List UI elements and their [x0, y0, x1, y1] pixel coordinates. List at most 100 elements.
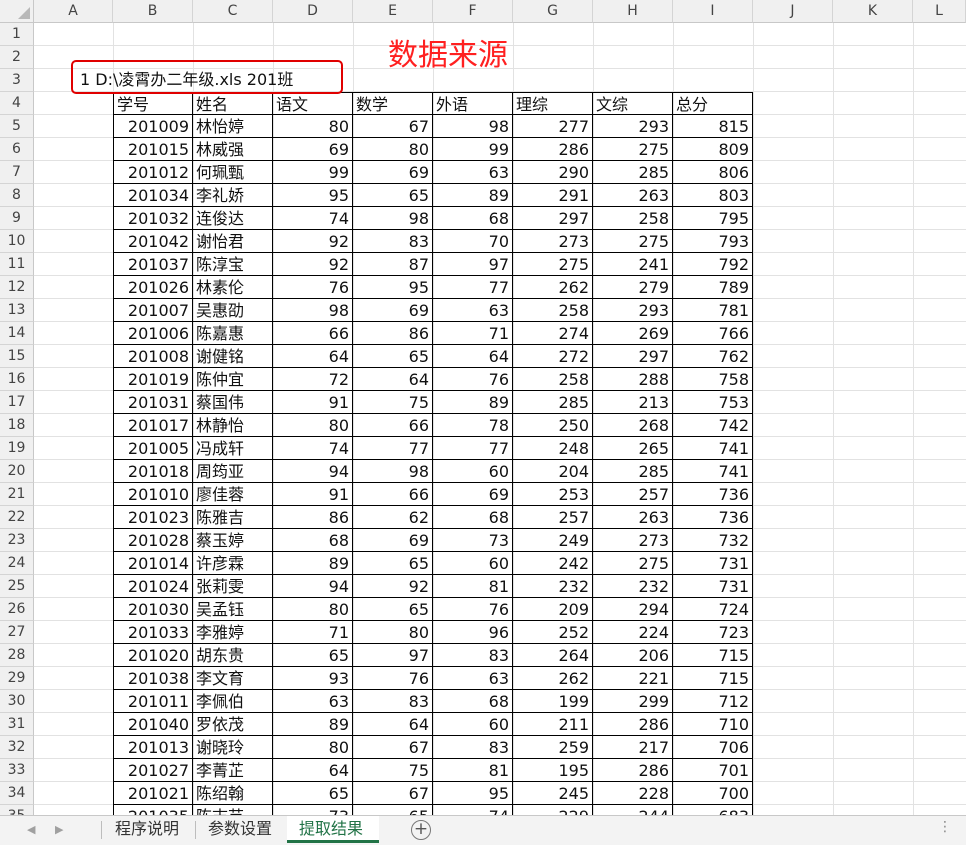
table-cell[interactable]: 201030 — [113, 598, 193, 621]
table-cell[interactable]: 95 — [433, 782, 513, 805]
row-header[interactable]: 28 — [0, 644, 34, 667]
table-cell[interactable]: 275 — [513, 253, 593, 276]
column-header[interactable]: J — [753, 0, 833, 23]
next-sheet-icon[interactable]: ▶ — [55, 823, 63, 836]
column-header[interactable]: G — [513, 0, 593, 23]
table-cell[interactable]: 李佩伯 — [193, 690, 273, 713]
table-cell[interactable]: 201012 — [113, 161, 193, 184]
table-cell[interactable]: 70 — [433, 230, 513, 253]
table-cell[interactable]: 胡东贵 — [193, 644, 273, 667]
table-cell[interactable]: 201021 — [113, 782, 193, 805]
column-header[interactable]: E — [353, 0, 433, 23]
table-cell[interactable]: 李礼娇 — [193, 184, 273, 207]
table-cell[interactable]: 741 — [673, 437, 753, 460]
table-cell[interactable]: 262 — [513, 667, 593, 690]
table-cell[interactable]: 793 — [673, 230, 753, 253]
table-cell[interactable]: 700 — [673, 782, 753, 805]
table-cell[interactable]: 201013 — [113, 736, 193, 759]
table-cell[interactable]: 762 — [673, 345, 753, 368]
table-cell[interactable]: 62 — [353, 506, 433, 529]
table-cell[interactable]: 87 — [353, 253, 433, 276]
table-cell[interactable]: 60 — [433, 713, 513, 736]
table-cell[interactable]: 232 — [513, 575, 593, 598]
row-header[interactable]: 15 — [0, 345, 34, 368]
row-header[interactable]: 4 — [0, 92, 34, 115]
table-cell[interactable]: 288 — [593, 368, 673, 391]
table-cell[interactable]: 83 — [433, 736, 513, 759]
table-cell[interactable]: 86 — [273, 506, 353, 529]
row-header[interactable]: 34 — [0, 782, 34, 805]
table-cell[interactable]: 766 — [673, 322, 753, 345]
tab-parameter-settings[interactable]: 参数设置 — [196, 816, 287, 843]
table-cell[interactable]: 221 — [593, 667, 673, 690]
table-cell[interactable]: 701 — [673, 759, 753, 782]
table-cell[interactable]: 291 — [513, 184, 593, 207]
table-cell[interactable]: 89 — [273, 713, 353, 736]
table-cell[interactable]: 99 — [273, 161, 353, 184]
table-cell[interactable]: 78 — [433, 414, 513, 437]
table-cell[interactable]: 65 — [353, 184, 433, 207]
table-header-cell[interactable]: 总分 — [673, 92, 753, 115]
table-cell[interactable]: 742 — [673, 414, 753, 437]
table-cell[interactable]: 806 — [673, 161, 753, 184]
table-header-cell[interactable]: 外语 — [433, 92, 513, 115]
table-cell[interactable]: 92 — [353, 575, 433, 598]
table-cell[interactable]: 83 — [353, 690, 433, 713]
row-header[interactable]: 27 — [0, 621, 34, 644]
spreadsheet-grid[interactable]: ABCDEFGHIJKL 1 2 3 4 5 6 7 8 9 10 11 12 13 14 15 16 17 18… — [0, 0, 966, 815]
table-cell[interactable]: 74 — [433, 805, 513, 815]
table-cell[interactable]: 263 — [593, 184, 673, 207]
row-header[interactable]: 25 — [0, 575, 34, 598]
table-cell[interactable]: 何珮甄 — [193, 161, 273, 184]
add-sheet-icon[interactable]: + — [411, 820, 431, 840]
table-cell[interactable]: 98 — [353, 207, 433, 230]
table-cell[interactable]: 731 — [673, 552, 753, 575]
table-cell[interactable]: 80 — [273, 414, 353, 437]
table-cell[interactable]: 275 — [593, 230, 673, 253]
table-cell[interactable]: 64 — [273, 759, 353, 782]
row-header[interactable]: 19 — [0, 437, 34, 460]
table-cell[interactable]: 201034 — [113, 184, 193, 207]
table-cell[interactable]: 268 — [593, 414, 673, 437]
table-cell[interactable]: 74 — [273, 207, 353, 230]
row-header[interactable]: 29 — [0, 667, 34, 690]
table-cell[interactable]: 803 — [673, 184, 753, 207]
table-cell[interactable]: 92 — [273, 230, 353, 253]
table-header-cell[interactable]: 文综 — [593, 92, 673, 115]
table-cell[interactable]: 201008 — [113, 345, 193, 368]
table-cell[interactable]: 245 — [513, 782, 593, 805]
table-cell[interactable]: 286 — [513, 138, 593, 161]
column-header[interactable]: F — [433, 0, 513, 23]
table-cell[interactable]: 199 — [513, 690, 593, 713]
table-header-cell[interactable]: 理综 — [513, 92, 593, 115]
table-cell[interactable]: 201020 — [113, 644, 193, 667]
table-cell[interactable]: 795 — [673, 207, 753, 230]
table-header-cell[interactable]: 数学 — [353, 92, 433, 115]
table-cell[interactable]: 罗依茂 — [193, 713, 273, 736]
table-cell[interactable]: 69 — [273, 138, 353, 161]
table-cell[interactable]: 290 — [513, 161, 593, 184]
table-cell[interactable]: 谢健铭 — [193, 345, 273, 368]
table-cell[interactable]: 274 — [513, 322, 593, 345]
table-cell[interactable]: 97 — [433, 253, 513, 276]
table-cell[interactable]: 67 — [353, 782, 433, 805]
table-cell[interactable]: 73 — [273, 805, 353, 815]
table-cell[interactable]: 95 — [353, 276, 433, 299]
table-header-cell[interactable]: 学号 — [113, 92, 193, 115]
table-cell[interactable]: 60 — [433, 460, 513, 483]
table-cell[interactable]: 262 — [513, 276, 593, 299]
table-cell[interactable]: 286 — [593, 713, 673, 736]
table-cell[interactable]: 80 — [353, 138, 433, 161]
table-cell[interactable]: 217 — [593, 736, 673, 759]
row-header[interactable]: 11 — [0, 253, 34, 276]
table-cell[interactable]: 712 — [673, 690, 753, 713]
table-cell[interactable]: 297 — [593, 345, 673, 368]
table-cell[interactable]: 77 — [353, 437, 433, 460]
table-cell[interactable]: 201027 — [113, 759, 193, 782]
table-cell[interactable]: 781 — [673, 299, 753, 322]
table-cell[interactable]: 263 — [593, 506, 673, 529]
table-cell[interactable]: 228 — [593, 782, 673, 805]
table-cell[interactable]: 272 — [513, 345, 593, 368]
table-cell[interactable]: 224 — [593, 621, 673, 644]
table-cell[interactable]: 201005 — [113, 437, 193, 460]
